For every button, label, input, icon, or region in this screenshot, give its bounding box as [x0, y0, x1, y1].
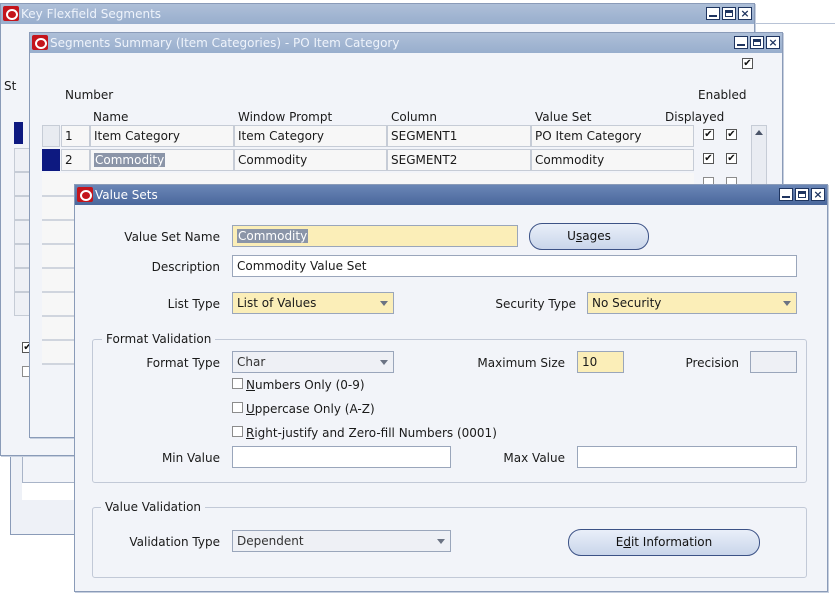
uppercase-only-checkbox[interactable]	[232, 402, 243, 413]
enabled-checkbox[interactable]: ✔	[726, 129, 737, 140]
cell-column[interactable]: SEGMENT2	[387, 149, 531, 171]
header-value-set: Value Set	[535, 110, 592, 124]
header-column: Column	[391, 110, 437, 124]
header-displayed: Displayed	[665, 110, 725, 124]
cell-number[interactable]: 1	[61, 125, 90, 147]
key-flexfield-titlebar[interactable]: Key Flexfield Segments ×	[1, 4, 754, 24]
window-title: Segments Summary (Item Categories) - PO …	[50, 36, 400, 50]
precision-field[interactable]	[750, 351, 797, 373]
displayed-checkbox[interactable]: ✔	[703, 153, 714, 164]
min-value-field[interactable]	[232, 446, 451, 468]
max-value-field[interactable]	[577, 446, 797, 468]
numbers-only-checkbox[interactable]	[232, 378, 243, 389]
enabled-checkbox[interactable]: ✔	[726, 153, 737, 164]
chevron-down-icon	[437, 539, 445, 544]
close-icon[interactable]: ×	[738, 7, 752, 20]
row-selector-current[interactable]	[42, 149, 60, 171]
maximum-size-label: Maximum Size	[477, 356, 565, 370]
cell-window-prompt[interactable]: Item Category	[234, 125, 387, 147]
cell-value-set[interactable]: PO Item Category	[531, 125, 694, 147]
edit-information-button[interactable]: Edit Information	[568, 529, 760, 556]
right-justify-checkbox[interactable]	[232, 426, 243, 437]
window-title: Value Sets	[95, 188, 158, 202]
uppercase-only-label: Uppercase Only (A-Z)	[246, 402, 375, 416]
value-sets-titlebar[interactable]: Value Sets ×	[75, 185, 827, 205]
precision-label: Precision	[685, 356, 739, 370]
value-sets-window: Value Sets × Value Set Name Commodity Us…	[74, 184, 828, 592]
scroll-up-arrow-icon[interactable]	[755, 130, 763, 135]
cell-column[interactable]: SEGMENT1	[387, 125, 531, 147]
chevron-down-icon	[380, 360, 388, 365]
cell-name[interactable]: Commodity	[90, 149, 234, 171]
security-type-select[interactable]: No Security	[587, 292, 797, 314]
select-all-checkbox[interactable]: ✔	[742, 58, 753, 69]
oracle-logo-icon	[3, 6, 19, 21]
window-title: Key Flexfield Segments	[21, 7, 162, 21]
minimize-icon[interactable]	[779, 188, 793, 201]
kff-record-indicator[interactable]	[14, 122, 23, 144]
chevron-down-icon	[380, 301, 388, 306]
format-type-value: Char	[237, 355, 266, 369]
numbers-only-label: Numbers Only (0-9)	[246, 378, 365, 392]
format-type-select[interactable]: Char	[232, 351, 394, 373]
background-window-edge-2	[22, 455, 82, 483]
min-value-label: Min Value	[161, 451, 220, 465]
displayed-checkbox[interactable]: ✔	[703, 129, 714, 140]
format-type-label: Format Type	[146, 356, 220, 370]
value-set-name-label: Value Set Name	[124, 230, 220, 244]
maximize-icon[interactable]	[722, 7, 736, 20]
chevron-down-icon	[783, 301, 791, 306]
max-value-label: Max Value	[503, 451, 565, 465]
cell-name[interactable]: Item Category	[90, 125, 234, 147]
right-justify-label: Right-justify and Zero-fill Numbers (000…	[246, 426, 497, 440]
maximum-size-field[interactable]: 10	[577, 351, 624, 373]
header-name: Name	[93, 110, 129, 124]
oracle-logo-icon	[32, 35, 48, 50]
cell-number[interactable]: 2	[61, 149, 90, 171]
list-type-value: List of Values	[237, 296, 317, 310]
description-field[interactable]: Commodity Value Set	[232, 255, 797, 277]
top-right-rule	[752, 23, 835, 24]
validation-type-value: Dependent	[237, 534, 304, 548]
validation-type-select[interactable]: Dependent	[232, 530, 451, 552]
validation-type-label: Validation Type	[129, 535, 220, 549]
kff-rows	[14, 148, 30, 316]
maximize-icon[interactable]	[795, 188, 809, 201]
usages-button[interactable]: Usages	[529, 223, 649, 250]
close-icon[interactable]: ×	[766, 36, 780, 49]
value-validation-title: Value Validation	[101, 500, 206, 514]
cell-window-prompt[interactable]: Commodity	[234, 149, 387, 171]
header-number: Number	[65, 88, 114, 102]
partial-label: St	[4, 79, 17, 93]
close-icon[interactable]: ×	[811, 188, 825, 201]
segments-summary-titlebar[interactable]: Segments Summary (Item Categories) - PO …	[30, 33, 782, 53]
value-set-name-field[interactable]: Commodity	[232, 225, 518, 247]
list-type-label: List Type	[167, 297, 220, 311]
header-window-prompt: Window Prompt	[238, 110, 333, 124]
security-type-value: No Security	[592, 296, 662, 310]
minimize-icon[interactable]	[706, 7, 720, 20]
oracle-logo-icon	[77, 187, 93, 202]
format-validation-title: Format Validation	[102, 332, 216, 346]
row-selector[interactable]	[42, 125, 60, 147]
header-enabled: Enabled	[698, 88, 747, 102]
background-window-bottom	[10, 500, 80, 535]
minimize-icon[interactable]	[734, 36, 748, 49]
list-type-select[interactable]: List of Values	[232, 292, 394, 314]
description-label: Description	[151, 260, 220, 274]
value-set-name-value: Commodity	[237, 229, 309, 243]
security-type-label: Security Type	[495, 297, 576, 311]
maximize-icon[interactable]	[750, 36, 764, 49]
cell-name-selected-text: Commodity	[94, 153, 166, 167]
cell-value-set[interactable]: Commodity	[531, 149, 694, 171]
